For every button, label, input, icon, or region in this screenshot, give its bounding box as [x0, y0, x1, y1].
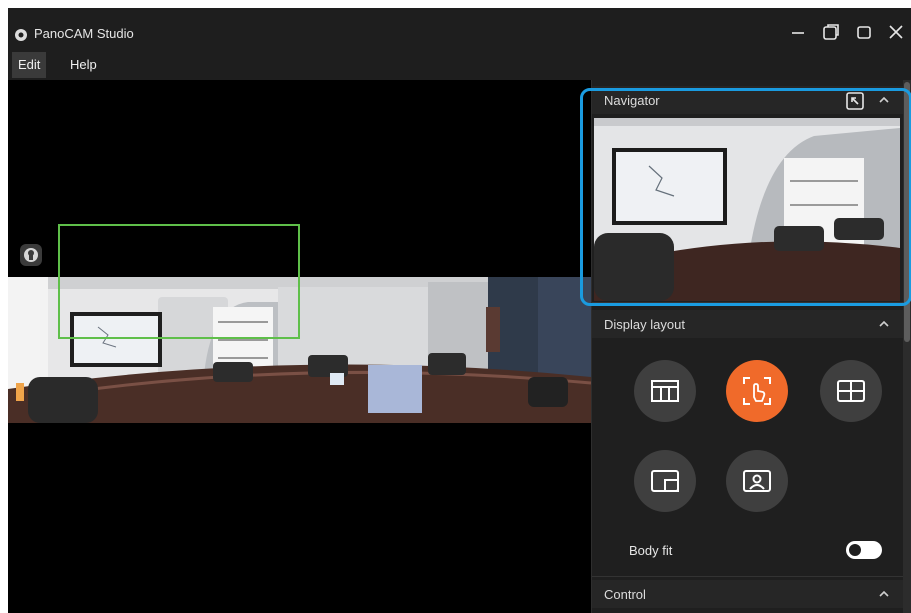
collapse-display-layout-icon[interactable] — [878, 318, 890, 330]
close-icon — [889, 25, 903, 39]
toggle-knob — [849, 544, 861, 556]
camera-view-icon — [24, 248, 38, 262]
selection-box[interactable] — [58, 224, 300, 339]
restore-icon — [823, 24, 839, 40]
app-title: PanoCAM Studio — [34, 26, 134, 41]
control-header[interactable]: Control — [592, 580, 904, 608]
maximize-button[interactable] — [852, 20, 876, 44]
presenter-icon — [743, 470, 771, 492]
restore-button[interactable] — [819, 20, 843, 44]
video-viewport[interactable] — [8, 80, 591, 613]
title-bar: PanoCAM Studio — [8, 8, 911, 46]
navigator-highlight-outline — [580, 88, 911, 306]
control-title: Control — [604, 587, 646, 602]
maximize-icon — [857, 26, 871, 39]
manual-select-button[interactable] — [726, 360, 788, 422]
picture-in-picture-icon — [651, 470, 679, 492]
hand-select-icon — [743, 377, 771, 405]
minimize-icon — [792, 32, 804, 34]
grid-layout-button[interactable] — [820, 360, 882, 422]
menu-bar: Edit Help — [8, 52, 911, 78]
app-logo-icon — [15, 29, 27, 41]
divider — [592, 576, 904, 577]
collapse-control-icon[interactable] — [878, 588, 890, 600]
display-layout-header[interactable]: Display layout — [592, 310, 904, 338]
table-layout-icon — [651, 380, 679, 402]
body-fit-label: Body fit — [629, 543, 673, 558]
minimize-button[interactable] — [786, 20, 810, 44]
grid-layout-icon — [837, 380, 865, 402]
body-fit-toggle[interactable] — [846, 541, 882, 559]
presenter-layout-button[interactable] — [726, 450, 788, 512]
close-button[interactable] — [884, 20, 908, 44]
view-toggle-button[interactable] — [20, 244, 42, 266]
picture-in-picture-button[interactable] — [634, 450, 696, 512]
display-layout-title: Display layout — [604, 317, 685, 332]
menu-edit[interactable]: Edit — [12, 52, 47, 78]
table-layout-button[interactable] — [634, 360, 696, 422]
menu-help[interactable]: Help — [64, 52, 103, 78]
